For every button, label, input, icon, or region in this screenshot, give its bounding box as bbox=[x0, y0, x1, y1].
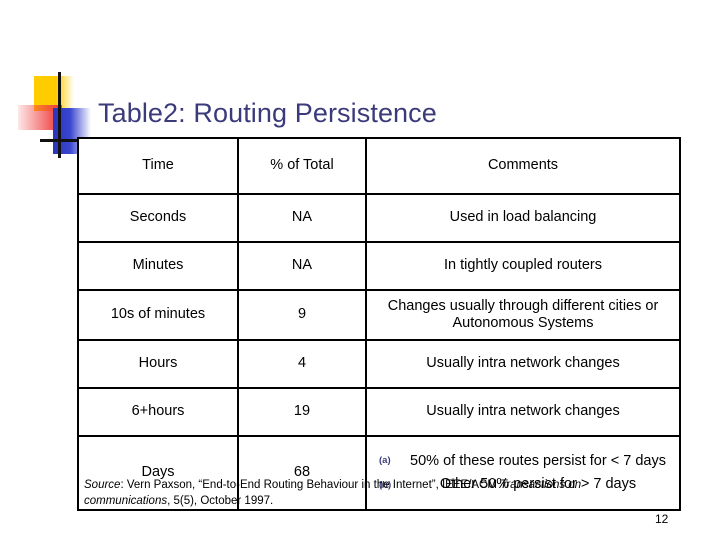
page-number: 12 bbox=[655, 512, 669, 526]
source-label: Source bbox=[84, 479, 121, 491]
column-header-time: Time bbox=[77, 137, 239, 195]
cell-comment: Used in load balancing bbox=[365, 193, 681, 243]
cell-time: 6+hours bbox=[77, 387, 239, 437]
table-row: Seconds NA Used in load balancing bbox=[77, 193, 681, 243]
cell-percent: NA bbox=[237, 193, 367, 243]
cell-percent: NA bbox=[237, 241, 367, 291]
decoration-red-square bbox=[18, 105, 62, 130]
source-details: , 5(5), October 1997. bbox=[167, 494, 274, 507]
table-row: Minutes NA In tightly coupled routers bbox=[77, 241, 681, 291]
note-marker-a: (a) bbox=[379, 454, 391, 466]
table-row: 6+hours 19 Usually intra network changes bbox=[77, 387, 681, 437]
cell-time: Seconds bbox=[77, 193, 239, 243]
table-row: Hours 4 Usually intra network changes bbox=[77, 339, 681, 389]
source-citation: Source: Vern Paxson, “End-to-End Routing… bbox=[84, 478, 614, 509]
cell-comment: In tightly coupled routers bbox=[365, 241, 681, 291]
cell-comment: Changes usually through different cities… bbox=[365, 289, 681, 341]
column-header-percent: % of Total bbox=[237, 137, 367, 195]
cell-time: Hours bbox=[77, 339, 239, 389]
column-header-comments: Comments bbox=[365, 137, 681, 195]
cell-percent: 19 bbox=[237, 387, 367, 437]
page-title: Table2: Routing Persistence bbox=[98, 98, 437, 128]
decoration-vertical-line bbox=[58, 72, 61, 158]
cell-comment: Usually intra network changes bbox=[365, 387, 681, 437]
decoration-yellow-square bbox=[34, 76, 74, 111]
cell-comment: Usually intra network changes bbox=[365, 339, 681, 389]
table-header-row: Time % of Total Comments bbox=[77, 137, 681, 195]
table-row: 10s of minutes 9 Changes usually through… bbox=[77, 289, 681, 341]
source-authors-title: Vern Paxson, “End-to-End Routing Behavio… bbox=[126, 479, 501, 491]
cell-time: 10s of minutes bbox=[77, 289, 239, 341]
note-text-a: 50% of these routes persist for < 7 days bbox=[410, 452, 666, 469]
cell-percent: 4 bbox=[237, 339, 367, 389]
list-item: (a) 50% of these routes persist for < 7 … bbox=[373, 453, 673, 470]
routing-persistence-table-wrapper: Time % of Total Comments Seconds NA Used… bbox=[77, 137, 681, 511]
cell-percent: 9 bbox=[237, 289, 367, 341]
cell-time: Minutes bbox=[77, 241, 239, 291]
routing-persistence-table: Time % of Total Comments Seconds NA Used… bbox=[77, 137, 681, 511]
